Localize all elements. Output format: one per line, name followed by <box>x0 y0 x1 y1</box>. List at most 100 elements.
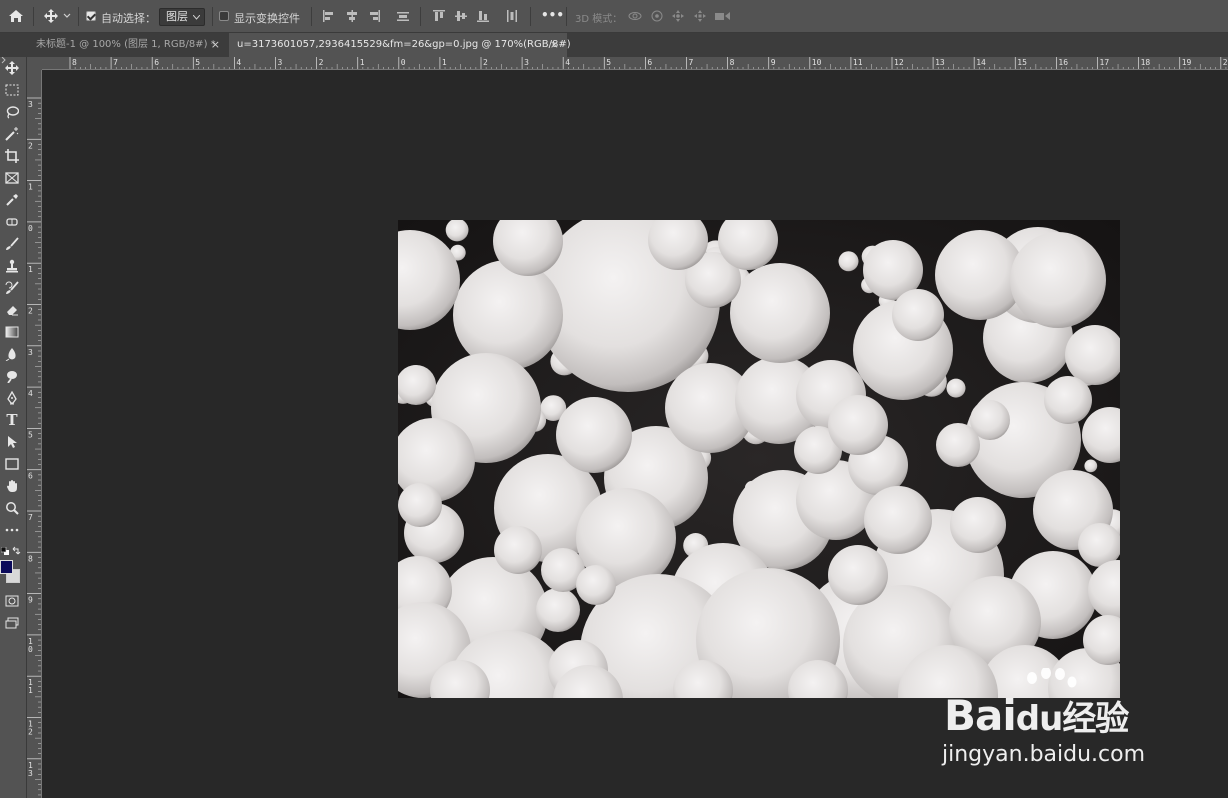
ruler-label: 10 <box>812 58 822 67</box>
show-transform-controls-checkbox[interactable] <box>219 11 229 21</box>
sphere-shape <box>398 483 442 527</box>
auto-select-target-value: 图层 <box>166 10 188 23</box>
history-brush-icon[interactable] <box>2 279 22 297</box>
tab-jpg-document[interactable]: u=3173601057,2936415529&fm=26&gp=0.jpg @… <box>229 33 571 57</box>
type-icon[interactable]: T <box>2 411 22 429</box>
sphere-shape <box>576 565 616 605</box>
small-sphere-shape <box>1084 459 1098 473</box>
ruler-label: 0 <box>28 645 33 654</box>
ruler-label: 2 <box>319 58 324 67</box>
tab-untitled-1[interactable]: 未标题-1 @ 100% (图层 1, RGB/8#) * × <box>28 33 228 57</box>
auto-select-label: 自动选择： <box>101 12 156 25</box>
move-tool-icon[interactable] <box>2 59 22 77</box>
sphere-shape <box>828 395 888 455</box>
ruler-label: 2 <box>483 58 488 67</box>
zoom-icon[interactable] <box>2 499 22 517</box>
ruler-label: 1 <box>442 58 447 67</box>
clone-stamp-icon[interactable] <box>2 257 22 275</box>
3d-pan-icon[interactable] <box>669 6 687 26</box>
home-icon[interactable] <box>6 6 26 26</box>
ruler-label: 4 <box>236 58 241 67</box>
ruler-label: 5 <box>28 430 33 439</box>
more-options-button[interactable]: ••• <box>541 8 564 22</box>
dodge-icon[interactable] <box>2 367 22 385</box>
lasso-icon[interactable] <box>2 103 22 121</box>
healing-brush-icon[interactable] <box>2 213 22 231</box>
ruler-label: 4 <box>28 389 33 398</box>
distribute-icon[interactable] <box>394 6 412 26</box>
ruler-label: 6 <box>154 58 159 67</box>
distribute-horizontal-icon[interactable] <box>503 6 521 26</box>
3d-scale-icon[interactable] <box>713 6 733 26</box>
sphere-shape <box>453 260 563 370</box>
align-top-edges-icon[interactable] <box>430 6 448 26</box>
brush-icon[interactable] <box>2 235 22 253</box>
ruler-label: 7 <box>689 58 694 67</box>
align-horizontal-centers-icon[interactable] <box>343 6 361 26</box>
swap-colors-icon[interactable] <box>12 546 21 555</box>
ruler-label: 0 <box>401 58 406 67</box>
eraser-icon[interactable] <box>2 301 22 319</box>
3d-mode-label: 3D 模式： <box>575 14 623 25</box>
3d-slide-icon[interactable] <box>691 6 709 26</box>
ruler-label: 14 <box>976 58 986 67</box>
ruler-label: 5 <box>606 58 611 67</box>
sphere-shape <box>730 263 830 363</box>
quick-mask-icon[interactable] <box>2 592 22 610</box>
ruler-label: 0 <box>28 224 33 233</box>
ruler-label: 3 <box>28 769 33 778</box>
path-select-icon[interactable] <box>2 433 22 451</box>
rect-marquee-icon[interactable] <box>2 81 22 99</box>
align-left-edges-icon[interactable] <box>320 6 338 26</box>
ruler-label: 12 <box>894 58 904 67</box>
ruler-label: 3 <box>278 58 283 67</box>
vertical-ruler[interactable]: 321012345678910111213 <box>27 70 42 798</box>
auto-select-checkbox[interactable] <box>86 11 96 21</box>
foreground-color-swatch[interactable] <box>0 560 13 574</box>
ruler-label: 2 <box>28 141 33 150</box>
sphere-shape <box>936 423 980 467</box>
tab-close-icon[interactable]: × <box>550 33 559 57</box>
tab-close-icon[interactable]: × <box>211 33 220 57</box>
watermark-brand-du: du <box>1015 699 1064 739</box>
align-vertical-centers-icon[interactable] <box>452 6 470 26</box>
3d-roll-icon[interactable] <box>648 6 666 26</box>
vertical-ruler-ticks: 321012345678910111213 <box>27 97 41 796</box>
ruler-label: 11 <box>853 58 863 67</box>
ruler-label: 5 <box>195 58 200 67</box>
ruler-origin[interactable] <box>27 57 42 70</box>
align-right-edges-icon[interactable] <box>365 6 383 26</box>
ruler-label: 8 <box>28 554 33 563</box>
horizontal-ruler[interactable]: 8765432101234567891011121314151617181920 <box>42 57 1228 70</box>
ruler-label: 9 <box>771 58 776 67</box>
default-colors-icon[interactable] <box>1 547 9 555</box>
watermark-brand-bai: Bai <box>944 691 1017 740</box>
horizontal-ruler-ticks: 8765432101234567891011121314151617181920 <box>69 57 1228 69</box>
ruler-label: 1 <box>28 183 33 192</box>
document-image[interactable] <box>398 220 1120 698</box>
auto-select-target-dropdown[interactable]: 图层 <box>159 8 205 26</box>
ruler-label: 16 <box>1058 58 1068 67</box>
more-tools-icon[interactable] <box>2 521 22 539</box>
crop-icon[interactable] <box>2 147 22 165</box>
move-tool-preset-icon[interactable] <box>42 6 72 26</box>
sphere-shape <box>494 526 542 574</box>
3d-orbit-icon[interactable] <box>626 6 644 26</box>
sphere-shape <box>556 397 632 473</box>
ruler-label: 6 <box>647 58 652 67</box>
magic-wand-icon[interactable] <box>2 125 22 143</box>
eyedropper-icon[interactable] <box>2 191 22 209</box>
ruler-label: 4 <box>565 58 570 67</box>
pen-icon[interactable] <box>2 389 22 407</box>
ruler-label: 8 <box>730 58 735 67</box>
gradient-icon[interactable] <box>2 323 22 341</box>
screen-mode-icon[interactable] <box>2 614 22 632</box>
rectangle-icon[interactable] <box>2 455 22 473</box>
blur-icon[interactable] <box>2 345 22 363</box>
ruler-label: 2 <box>28 307 33 316</box>
ruler-label: 3 <box>28 348 33 357</box>
small-sphere-shape <box>838 251 859 272</box>
frame-icon[interactable] <box>2 169 22 187</box>
align-bottom-edges-icon[interactable] <box>474 6 492 26</box>
hand-icon[interactable] <box>2 477 22 495</box>
